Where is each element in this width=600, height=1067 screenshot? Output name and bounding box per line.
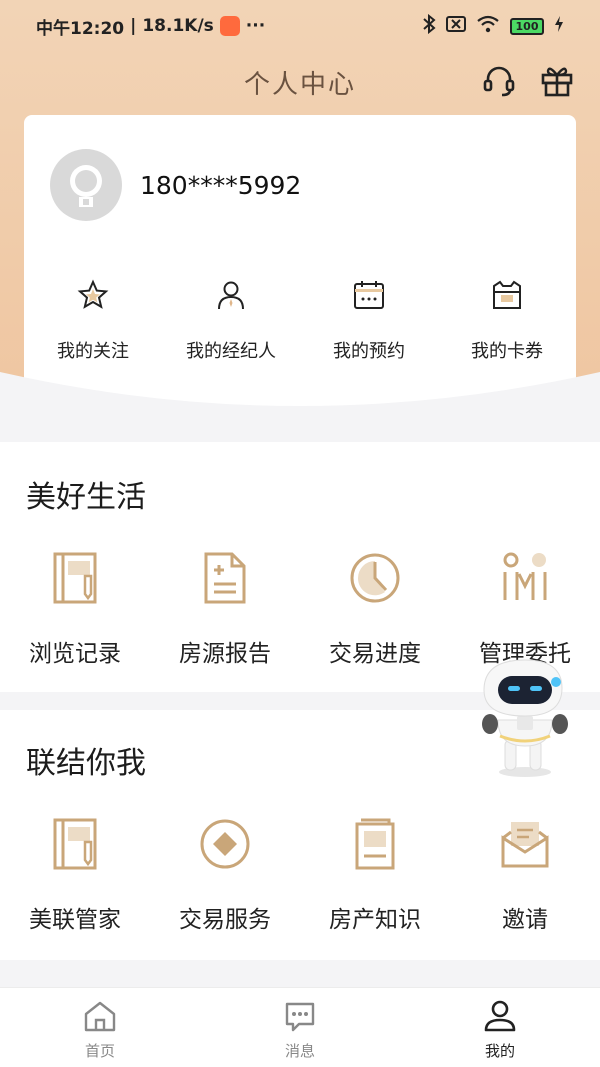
profile-icon xyxy=(482,998,518,1034)
user-phone[interactable]: 180****5992 xyxy=(140,171,301,200)
headset-icon[interactable] xyxy=(480,62,518,100)
sim-off-icon xyxy=(446,15,466,38)
status-bar: 中午12:20 | 18.1K/s ··· 100 xyxy=(0,0,600,52)
grid-item-label: 美联管家 xyxy=(29,907,121,933)
avatar[interactable] xyxy=(50,149,122,221)
agent-icon xyxy=(211,275,251,315)
grid-item-invite[interactable]: 邀请 xyxy=(450,816,600,934)
nav-home[interactable]: 首页 xyxy=(0,988,200,1067)
grid-item-label: 房产知识 xyxy=(329,907,421,933)
gift-icon[interactable] xyxy=(538,62,576,100)
home-icon xyxy=(82,998,118,1034)
wifi-icon xyxy=(476,15,500,38)
nav-label: 我的 xyxy=(484,1042,515,1060)
grid-item-label: 交易进度 xyxy=(329,641,421,667)
entrust-icon xyxy=(497,550,553,606)
nav-mine[interactable]: 我的 xyxy=(400,988,600,1067)
grid-item-label: 浏览记录 xyxy=(29,641,121,667)
nav-label: 消息 xyxy=(284,1042,315,1060)
grid-item-label: 房源报告 xyxy=(179,641,271,667)
grid-item-transaction-service[interactable]: 交易服务 xyxy=(150,816,300,934)
page-title: 个人中心 xyxy=(243,69,356,100)
header-curve xyxy=(0,372,600,440)
notebook-icon xyxy=(47,816,103,872)
nav-label: 首页 xyxy=(84,1042,115,1060)
status-divider: | xyxy=(130,16,137,36)
section-title: 美好生活 xyxy=(26,480,146,515)
quick-link-follow[interactable]: 我的关注 xyxy=(24,275,162,363)
page-header: 个人中心 xyxy=(0,52,600,112)
quick-link-coupon[interactable]: 我的卡券 xyxy=(438,275,576,363)
report-icon xyxy=(197,550,253,606)
bottom-nav: 首页 消息 我的 xyxy=(0,987,600,1067)
notebook-icon xyxy=(47,550,103,606)
status-time: 中午12:20 xyxy=(36,18,125,39)
star-icon xyxy=(73,275,113,315)
quick-link-agent[interactable]: 我的经纪人 xyxy=(162,275,300,363)
status-more: ··· xyxy=(245,16,266,36)
quick-link-appointment[interactable]: 我的预约 xyxy=(300,275,438,363)
grid-item-property-report[interactable]: 房源报告 xyxy=(150,550,300,668)
grid-item-label: 交易服务 xyxy=(179,907,271,933)
service-icon xyxy=(197,816,253,872)
assistant-robot-button[interactable] xyxy=(470,650,580,780)
grid-item-butler[interactable]: 美联管家 xyxy=(0,816,150,934)
notification-app-icon xyxy=(219,16,240,36)
bluetooth-icon xyxy=(422,13,436,39)
progress-clock-icon xyxy=(347,550,403,606)
charging-icon xyxy=(554,15,564,38)
calendar-icon xyxy=(349,275,389,315)
coupon-icon xyxy=(487,275,527,315)
grid-item-transaction-progress[interactable]: 交易进度 xyxy=(300,550,450,668)
robot-icon xyxy=(482,659,568,777)
nav-messages[interactable]: 消息 xyxy=(200,988,400,1067)
message-icon xyxy=(282,998,318,1034)
quick-links: 我的关注 我的经纪人 我的预约 我的卡券 xyxy=(24,275,576,363)
grid-item-label: 邀请 xyxy=(502,907,548,933)
book-icon xyxy=(347,816,403,872)
section-title: 联结你我 xyxy=(26,746,146,781)
grid-item-browse-history[interactable]: 浏览记录 xyxy=(0,550,150,668)
status-network-speed: 18.1K/s xyxy=(142,16,214,36)
section-grid: 美联管家 交易服务 房产知识 邀请 xyxy=(0,816,600,934)
battery-icon: 100 xyxy=(510,17,544,35)
grid-item-property-knowledge[interactable]: 房产知识 xyxy=(300,816,450,934)
invite-envelope-icon xyxy=(497,816,553,872)
